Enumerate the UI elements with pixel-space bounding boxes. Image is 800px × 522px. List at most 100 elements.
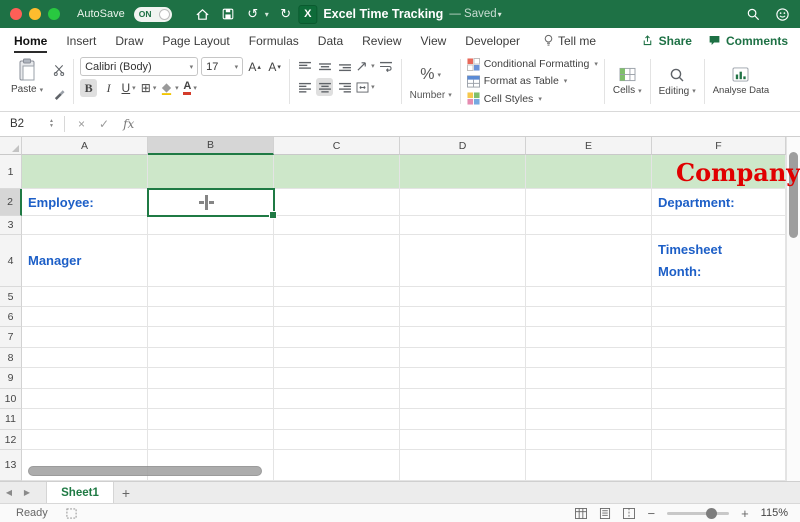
cell-f8[interactable] <box>652 348 786 368</box>
tab-review[interactable]: Review <box>362 28 401 53</box>
cell-f9[interactable] <box>652 368 786 389</box>
cell-b11[interactable] <box>148 409 274 430</box>
cell-f12[interactable] <box>652 430 786 450</box>
row-header-11[interactable]: 11 <box>0 409 22 430</box>
fill-color-button[interactable]: ▾ <box>160 79 179 97</box>
cell-e4[interactable] <box>526 235 652 287</box>
cell-e1[interactable] <box>526 155 652 189</box>
cell-a7[interactable] <box>22 327 148 348</box>
cell-a3[interactable] <box>22 216 148 235</box>
row-header-13[interactable]: 13 <box>0 450 22 481</box>
cell-f3[interactable] <box>652 216 786 235</box>
cell-c12[interactable] <box>274 430 400 450</box>
cell-c3[interactable] <box>274 216 400 235</box>
italic-button[interactable]: I <box>100 79 117 97</box>
cell-c5[interactable] <box>274 287 400 307</box>
cell-a11[interactable] <box>22 409 148 430</box>
undo-chevron-icon[interactable]: ▾ <box>265 10 269 19</box>
cell-e6[interactable] <box>526 307 652 327</box>
row-header-3[interactable]: 3 <box>0 216 22 235</box>
font-name-select[interactable]: Calibri (Body)▾ <box>80 57 198 76</box>
cell-c6[interactable] <box>274 307 400 327</box>
cell-e11[interactable] <box>526 409 652 430</box>
tab-data[interactable]: Data <box>318 28 343 53</box>
cell-d9[interactable] <box>400 368 526 389</box>
cell-a10[interactable] <box>22 389 148 409</box>
fill-handle[interactable] <box>269 211 277 219</box>
cell-styles-button[interactable]: Cell Styles ▾ <box>467 92 598 106</box>
home-icon[interactable] <box>195 5 211 23</box>
editing-group[interactable]: Editing▾ <box>655 56 700 107</box>
tab-developer[interactable]: Developer <box>465 28 520 53</box>
cell-c1[interactable] <box>274 155 400 189</box>
title-chevron-icon[interactable]: ▾ <box>498 10 502 19</box>
cell-b1[interactable] <box>148 155 274 189</box>
cell-d7[interactable] <box>400 327 526 348</box>
save-icon[interactable] <box>220 5 236 23</box>
align-middle-icon[interactable] <box>316 57 333 75</box>
zoom-slider-knob[interactable] <box>706 508 717 519</box>
tab-insert[interactable]: Insert <box>66 28 96 53</box>
cell-e7[interactable] <box>526 327 652 348</box>
undo-icon[interactable]: ↺ <box>245 5 261 23</box>
wrap-text-icon[interactable] <box>378 57 395 75</box>
select-all-button[interactable] <box>0 137 22 155</box>
cell-c13[interactable] <box>274 450 400 481</box>
tab-home[interactable]: Home <box>14 28 47 53</box>
cell-f7[interactable] <box>652 327 786 348</box>
row-header-8[interactable]: 8 <box>0 348 22 368</box>
cell-b8[interactable] <box>148 348 274 368</box>
conditional-formatting-button[interactable]: Conditional Formatting ▾ <box>467 57 598 71</box>
normal-view-icon[interactable] <box>575 508 587 519</box>
cell-b7[interactable] <box>148 327 274 348</box>
cell-c2[interactable] <box>274 189 400 216</box>
saved-status[interactable]: — Saved <box>449 8 496 20</box>
cell-f6[interactable] <box>652 307 786 327</box>
cell-d2[interactable] <box>400 189 526 216</box>
cell-d10[interactable] <box>400 389 526 409</box>
cell-e13[interactable] <box>526 450 652 481</box>
horizontal-scrollbar-thumb[interactable] <box>28 466 262 476</box>
insert-function-icon[interactable]: fx <box>123 117 134 131</box>
row-header-4[interactable]: 4 <box>0 235 22 287</box>
cell-d8[interactable] <box>400 348 526 368</box>
tab-view[interactable]: View <box>421 28 447 53</box>
tab-draw[interactable]: Draw <box>115 28 143 53</box>
orientation-button[interactable]: ▾ <box>356 57 375 75</box>
cell-c11[interactable] <box>274 409 400 430</box>
page-break-view-icon[interactable] <box>623 508 635 519</box>
column-header-a[interactable]: A <box>22 137 148 155</box>
format-as-table-button[interactable]: Format as Table ▾ <box>467 74 598 88</box>
cell-d13[interactable] <box>400 450 526 481</box>
cell-d12[interactable] <box>400 430 526 450</box>
add-sheet-button[interactable]: + <box>114 482 138 503</box>
name-box[interactable]: B2 ▲ ▼ <box>0 112 58 136</box>
align-bottom-icon[interactable] <box>336 57 353 75</box>
cell-e2[interactable] <box>526 189 652 216</box>
share-button[interactable]: Share <box>641 34 692 48</box>
merge-center-button[interactable]: ▾ <box>356 78 375 96</box>
cell-f10[interactable] <box>652 389 786 409</box>
cell-c10[interactable] <box>274 389 400 409</box>
row-header-12[interactable]: 12 <box>0 430 22 450</box>
cell-a1[interactable] <box>22 155 148 189</box>
sheet-nav-left-icon[interactable]: ◀ <box>0 482 18 503</box>
cell-b12[interactable] <box>148 430 274 450</box>
tab-tell-me[interactable]: Tell me <box>543 28 596 53</box>
cell-c4[interactable] <box>274 235 400 287</box>
cell-c7[interactable] <box>274 327 400 348</box>
percent-style-button[interactable]: % ▾ <box>420 63 441 87</box>
cell-f11[interactable] <box>652 409 786 430</box>
cell-d4[interactable] <box>400 235 526 287</box>
cell-b6[interactable] <box>148 307 274 327</box>
cell-e12[interactable] <box>526 430 652 450</box>
cell-b5[interactable] <box>148 287 274 307</box>
cell-b9[interactable] <box>148 368 274 389</box>
cell-a9[interactable] <box>22 368 148 389</box>
row-header-6[interactable]: 6 <box>0 307 22 327</box>
cell-e3[interactable] <box>526 216 652 235</box>
cells-group[interactable]: Cells▾ <box>609 56 646 107</box>
cell-f13[interactable] <box>652 450 786 481</box>
column-header-f[interactable]: F <box>652 137 786 155</box>
cell-d5[interactable] <box>400 287 526 307</box>
